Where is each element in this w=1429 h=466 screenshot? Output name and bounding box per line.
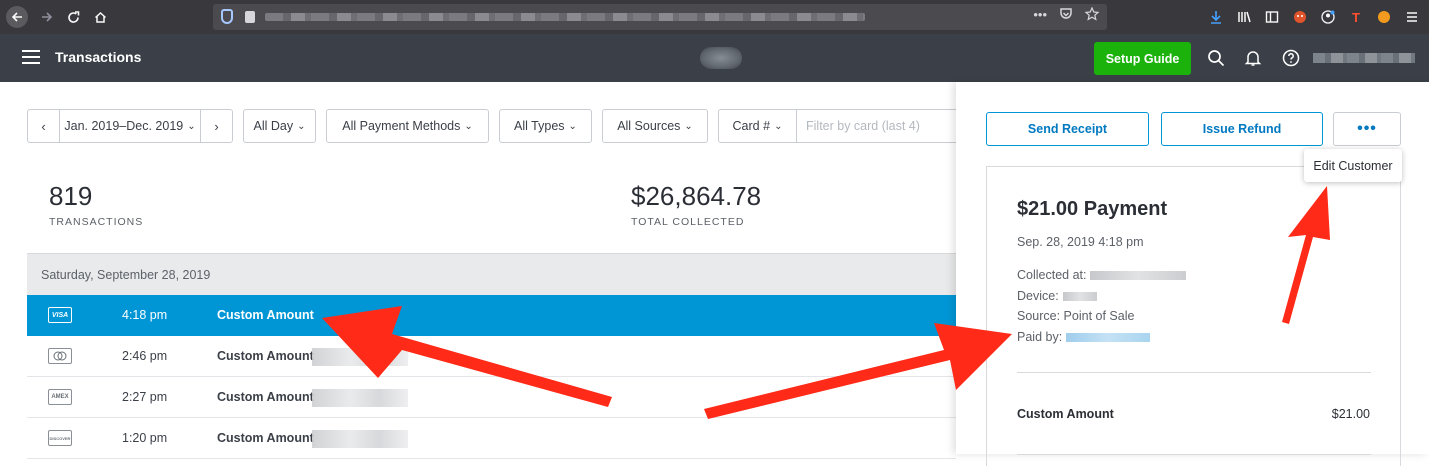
- chevron-down-icon: ⌄: [187, 120, 196, 132]
- transaction-description: Custom Amount: [217, 390, 314, 404]
- library-icon[interactable]: [1235, 8, 1253, 26]
- account-name-redacted[interactable]: [1313, 53, 1415, 63]
- url-bar[interactable]: •••: [213, 4, 1107, 30]
- transaction-description: Custom Amount: [217, 308, 314, 322]
- more-options-button[interactable]: •••: [1333, 112, 1401, 146]
- day-filter[interactable]: All Day ⌄: [243, 109, 316, 143]
- url-text-redacted: [265, 13, 865, 21]
- transaction-time: 1:20 pm: [122, 431, 168, 445]
- transaction-time: 2:46 pm: [122, 349, 168, 363]
- transaction-time: 4:18 pm: [122, 308, 168, 322]
- setup-guide-button[interactable]: Setup Guide: [1094, 42, 1191, 75]
- menu-icon[interactable]: [1403, 8, 1421, 26]
- collected-at-line: Collected at:: [1017, 268, 1187, 282]
- transaction-description: Custom Amount: [217, 349, 314, 363]
- transaction-row[interactable]: VISA 4:18 pm Custom Amount: [27, 295, 956, 336]
- location-redacted: [1090, 271, 1187, 281]
- date-range-select[interactable]: Jan. 2019–Dec. 2019 ⌄: [60, 119, 200, 133]
- divider: [1017, 454, 1371, 455]
- line-item-name: Custom Amount: [1017, 407, 1114, 421]
- customer-name-redacted: [312, 389, 408, 407]
- chevron-down-icon: ⌄: [464, 120, 473, 132]
- divider: [1017, 372, 1371, 373]
- extension-orange-icon[interactable]: [1375, 8, 1393, 26]
- mastercard-icon: [48, 348, 72, 364]
- discover-card-icon: DISCOVER: [48, 430, 72, 446]
- notifications-bell-icon[interactable]: [1243, 48, 1263, 68]
- help-icon[interactable]: [1281, 48, 1301, 68]
- card-type-select[interactable]: Card # ⌄: [719, 110, 797, 142]
- sources-filter[interactable]: All Sources ⌄: [602, 109, 708, 143]
- reload-icon[interactable]: [62, 6, 84, 28]
- transaction-row[interactable]: 2:46 pm Custom Amount: [27, 336, 956, 377]
- sidebar-icon[interactable]: [1263, 8, 1281, 26]
- card-filter: Card # ⌄: [718, 109, 958, 143]
- pocket-icon[interactable]: [1059, 7, 1073, 24]
- payment-title: $21.00 Payment: [1017, 198, 1168, 220]
- transactions-count: 819: [49, 181, 93, 211]
- transactions-label: TRANSACTIONS: [49, 216, 144, 228]
- download-icon[interactable]: [1207, 8, 1225, 26]
- search-icon[interactable]: [1206, 48, 1226, 68]
- edit-customer-menu-item[interactable]: Edit Customer: [1304, 149, 1402, 182]
- forward-icon[interactable]: [36, 6, 58, 28]
- back-icon[interactable]: [6, 6, 28, 28]
- page-title: Transactions: [55, 49, 142, 65]
- total-collected-value: $26,864.78: [631, 181, 762, 211]
- card-last4-input[interactable]: [797, 110, 947, 142]
- device-redacted: [1062, 292, 1097, 302]
- visa-card-icon: VISA: [48, 307, 72, 323]
- transaction-detail-panel: Send Receipt Issue Refund ••• $21.00 Pay…: [956, 82, 1429, 466]
- transaction-row[interactable]: AMEX 2:27 pm Custom Amount: [27, 377, 956, 418]
- prev-range-button[interactable]: ‹: [28, 110, 60, 142]
- payment-card: $21.00 Payment Sep. 28, 2019 4:18 pm Col…: [986, 166, 1401, 466]
- account-icon[interactable]: [1319, 8, 1337, 26]
- amex-card-icon: AMEX: [48, 389, 72, 405]
- transaction-time: 2:27 pm: [122, 390, 168, 404]
- send-receipt-button[interactable]: Send Receipt: [986, 112, 1149, 146]
- page-actions-icon[interactable]: •••: [1033, 7, 1047, 24]
- customer-name-redacted: [312, 430, 408, 448]
- next-range-button[interactable]: ›: [200, 110, 232, 142]
- home-icon[interactable]: [89, 6, 111, 28]
- paid-by-line: Paid by:: [1017, 330, 1151, 344]
- logo-redacted: [700, 47, 742, 69]
- date-range-filter: ‹ Jan. 2019–Dec. 2019 ⌄ ›: [27, 109, 233, 143]
- chevron-down-icon: ⌄: [684, 120, 693, 132]
- transaction-row[interactable]: DISCOVER 1:20 pm Custom Amount: [27, 418, 956, 459]
- types-filter[interactable]: All Types ⌄: [499, 109, 592, 143]
- day-header: Saturday, September 28, 2019: [27, 253, 956, 295]
- customer-link-redacted[interactable]: [1066, 333, 1151, 343]
- extension-fox-icon[interactable]: [1291, 8, 1309, 26]
- lock-icon[interactable]: [245, 11, 255, 23]
- extension-t-icon[interactable]: T: [1347, 8, 1365, 26]
- transaction-description: Custom Amount: [217, 431, 314, 445]
- app-header: Transactions Setup Guide: [0, 34, 1429, 82]
- customer-name-redacted: [312, 348, 408, 366]
- chevron-down-icon: ⌄: [297, 120, 306, 132]
- chevron-down-icon: ⌄: [774, 120, 783, 132]
- line-item-amount: $21.00: [1331, 407, 1370, 421]
- hamburger-menu-icon[interactable]: [22, 50, 40, 64]
- browser-toolbar: ••• T: [0, 0, 1429, 34]
- payment-methods-filter[interactable]: All Payment Methods ⌄: [326, 109, 489, 143]
- issue-refund-button[interactable]: Issue Refund: [1161, 112, 1323, 146]
- chevron-down-icon: ⌄: [568, 120, 577, 132]
- total-collected-label: TOTAL COLLECTED: [631, 216, 745, 228]
- payment-date: Sep. 28, 2019 4:18 pm: [1017, 235, 1144, 249]
- bookmark-star-icon[interactable]: [1084, 6, 1100, 24]
- source-line: Source: Point of Sale: [1017, 309, 1135, 323]
- device-line: Device:: [1017, 289, 1097, 303]
- tracking-shield-icon[interactable]: [221, 9, 233, 24]
